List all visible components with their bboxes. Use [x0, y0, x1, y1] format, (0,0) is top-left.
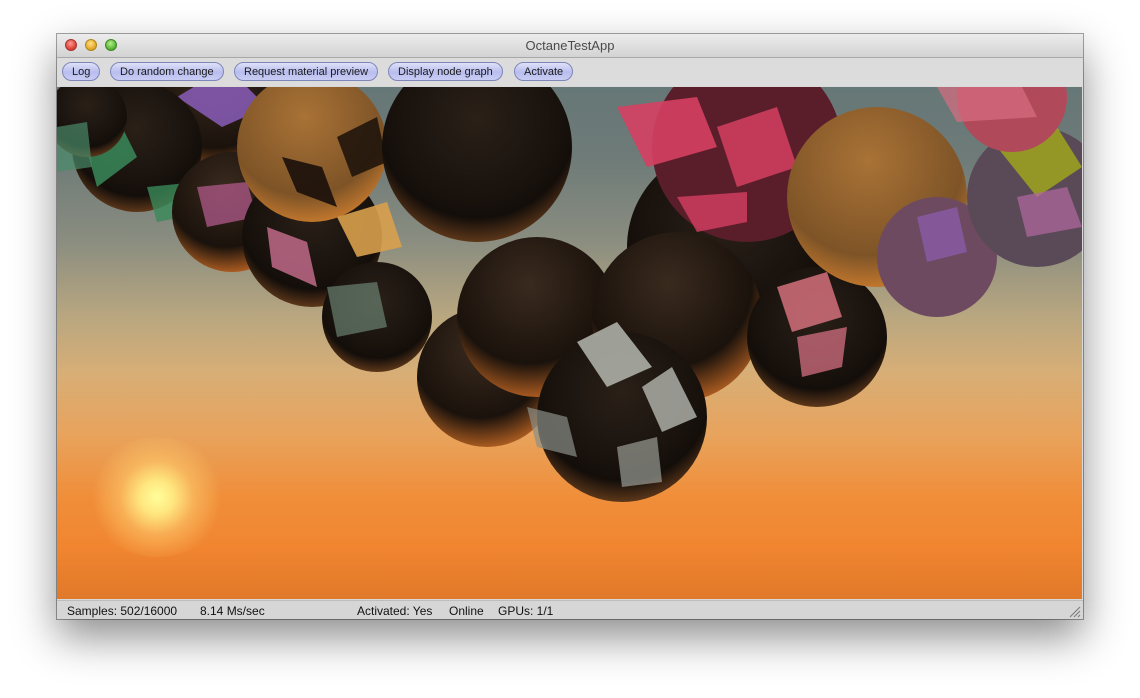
log-button[interactable]: Log: [62, 62, 101, 81]
random-change-button[interactable]: Do random change: [110, 62, 224, 81]
window-title: OctaneTestApp: [525, 38, 615, 53]
toolbar: Log Do random change Request material pr…: [57, 58, 1083, 86]
node-graph-button[interactable]: Display node graph: [388, 62, 503, 81]
render-viewport[interactable]: [57, 87, 1082, 599]
material-preview-button[interactable]: Request material preview: [234, 62, 379, 81]
sphere-cluster: [57, 87, 1082, 502]
resize-grip-icon[interactable]: [1068, 605, 1081, 618]
rate-label: 8.14 Ms/sec: [200, 604, 265, 618]
activate-button[interactable]: Activate: [514, 62, 574, 81]
activated-label: Activated: Yes: [357, 604, 433, 618]
render-image: [57, 87, 1082, 502]
online-label: Online: [449, 604, 484, 618]
app-window: OctaneTestApp Log Do random change Reque…: [57, 34, 1083, 619]
title-bar[interactable]: OctaneTestApp: [57, 34, 1083, 58]
status-bar: Samples: 502/16000 8.14 Ms/sec Activated…: [57, 600, 1083, 619]
samples-label: Samples: 502/16000: [67, 604, 178, 618]
gpus-label: GPUs: 1/1: [498, 604, 554, 618]
